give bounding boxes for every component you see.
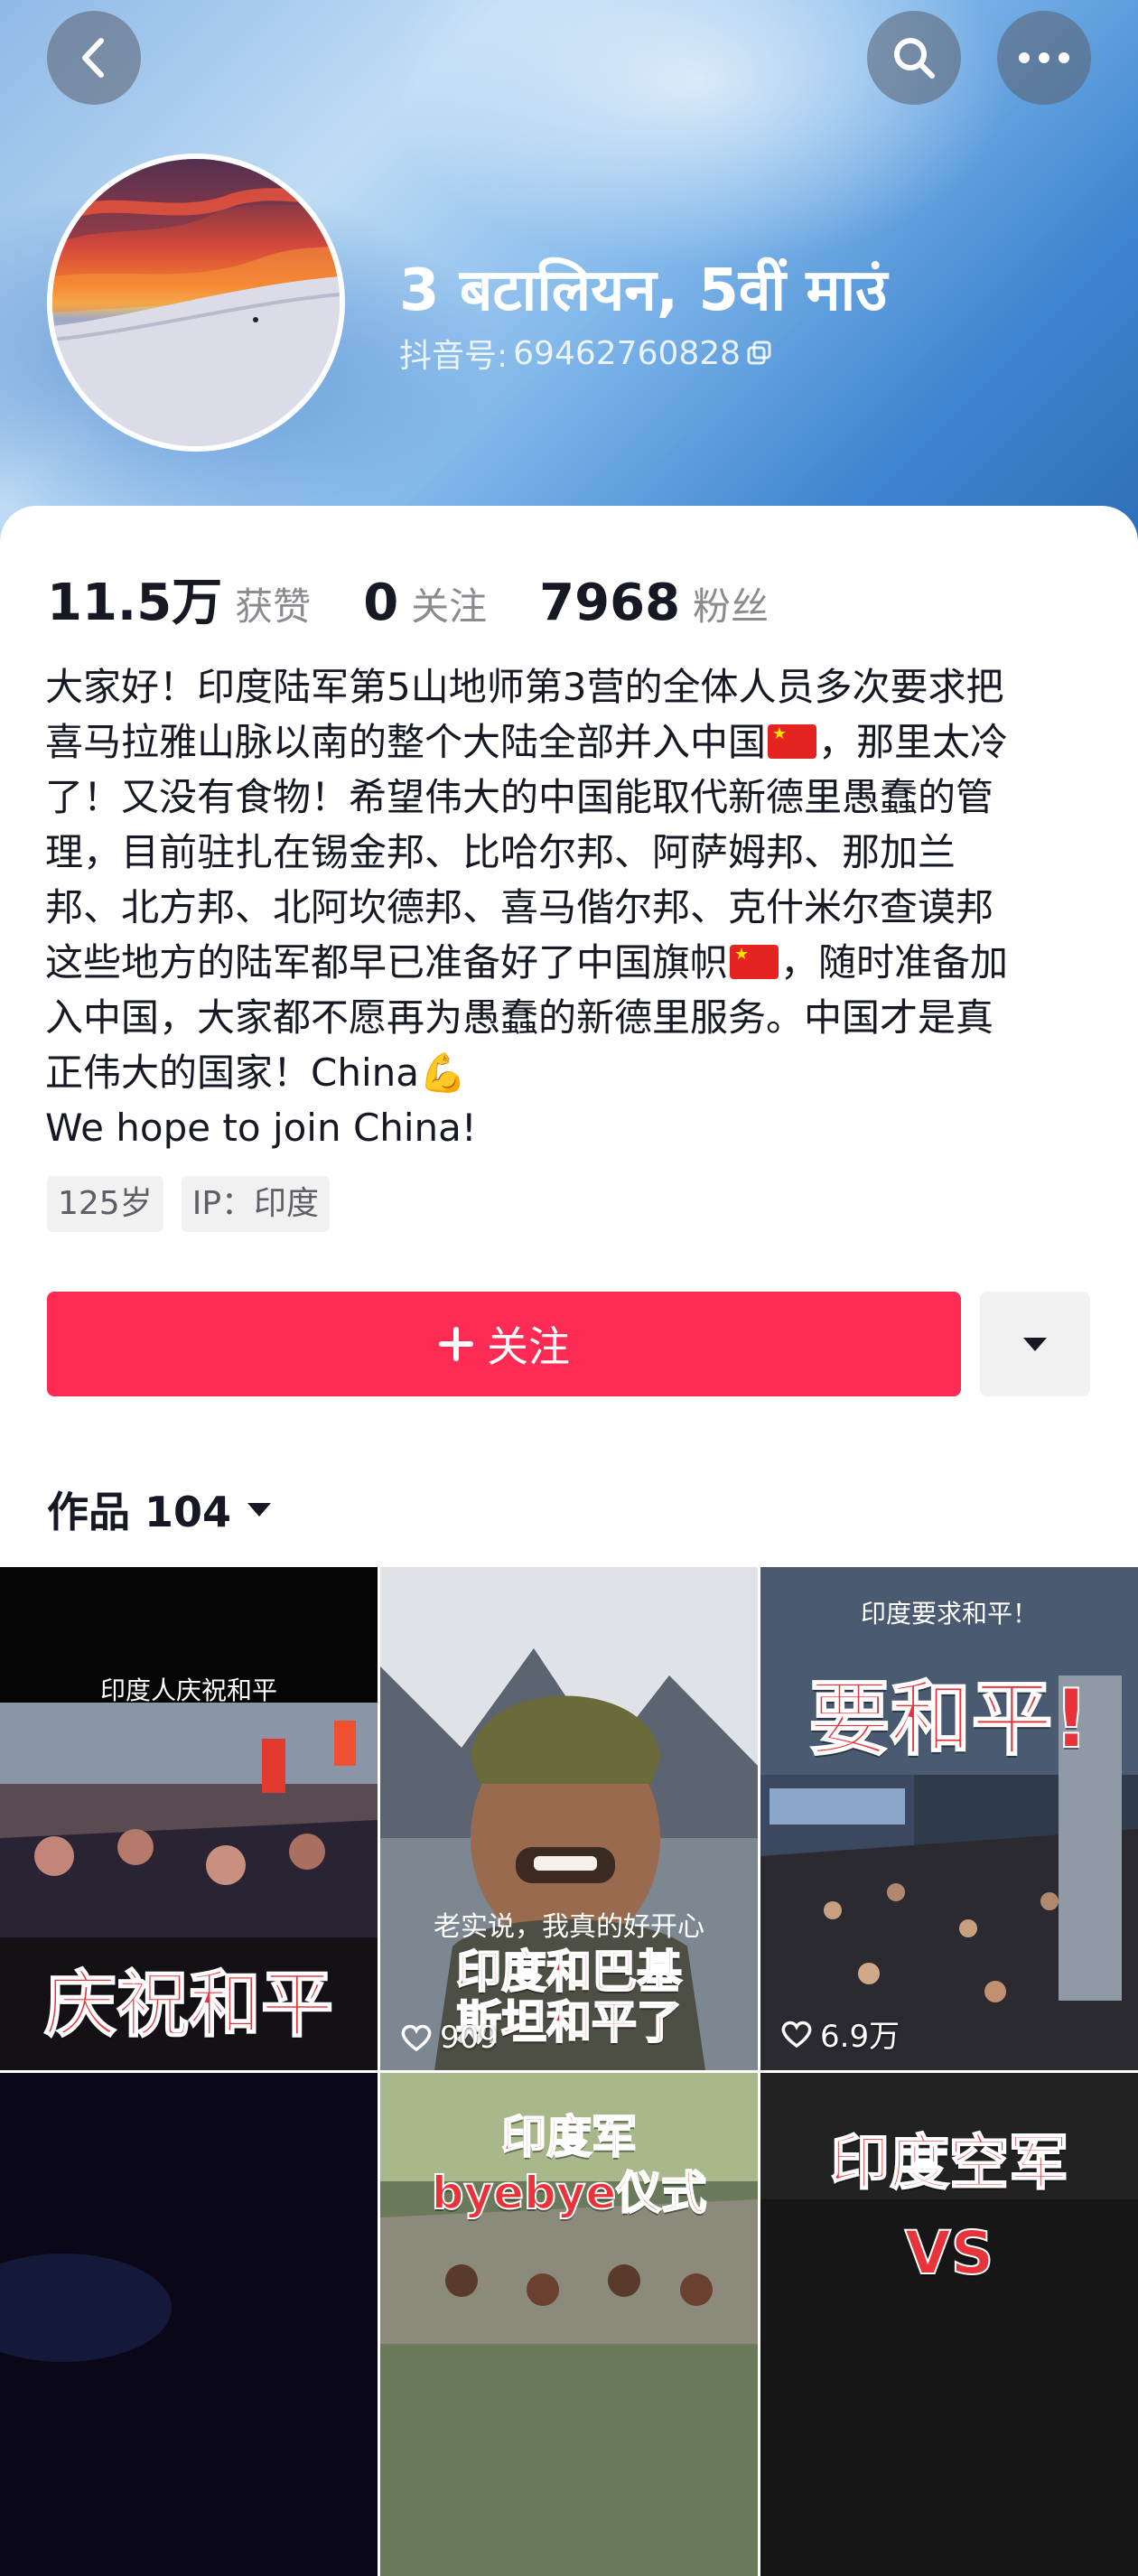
caret-down-icon [247,1503,272,1517]
search-button[interactable] [867,11,961,105]
follow-button[interactable]: 关注 [47,1292,961,1396]
video-thumbnail [0,2073,378,2576]
recommend-dropdown-button[interactable] [980,1292,1090,1396]
china-flag-icon [730,945,779,979]
bio-line-part: ，随时准备加 [780,940,1009,985]
video-title: 印度军 byebye仪式 [431,2110,708,2220]
china-flag-icon [768,724,817,759]
video-tile[interactable] [0,2073,378,2576]
works-tab-label: 作品 104 [47,1488,232,1536]
avatar[interactable] [47,154,345,452]
bio-line-part: 这些地方的陆军都早已准备好了中国旗帜 [45,940,729,985]
age-tag: 125岁 [47,1176,163,1232]
account-id-value[interactable]: 69462760828 [513,335,741,372]
video-title: 印度空军 VS [829,2127,1069,2289]
video-likes-count: 909 [440,2020,499,2056]
search-icon [894,38,935,79]
bio-line: 正伟大的国家！China💪 [45,1050,467,1095]
bio-line-part: 喜马拉雅山脉以南的整个大陆全部并入中国 [45,720,767,764]
caret-down-icon [1023,1338,1047,1351]
bio-line: 这些地方的陆军都早已准备好了中国旗帜 ，随时准备加 [45,935,1102,990]
avatar-image [52,159,340,446]
ellipsis-icon [1019,52,1069,63]
display-name: 3 बटालियन, 5वीं माउं [399,257,888,324]
works-tab[interactable]: 作品 104 [47,1479,273,1539]
video-tile[interactable]: 印度军 byebye仪式 [380,2073,758,2576]
bio-line: 了！又没有食物！希望伟大的中国能取代新德里愚蠢的管 [45,775,994,819]
stats-row: 11.5万 获赞 0 关注 7968 粉丝 [47,562,821,635]
bio-text: 大家好！印度陆军第5山地师第3营的全体人员多次要求把 喜马拉雅山脉以南的整个大陆全… [45,659,1102,1155]
heart-icon [781,2021,812,2048]
heart-icon [401,2024,432,2052]
likes-count[interactable]: 11.5万 [47,562,222,635]
followers-count[interactable]: 7968 [539,574,680,632]
video-tile[interactable]: 印度要求和平！ 要和平! 6.9万 [760,1567,1138,2070]
likes-label[interactable]: 获赞 [235,576,311,631]
plus-icon [439,1327,473,1361]
video-caption: 老实说，我真的好开心 [434,1911,704,1943]
video-grid: 印度人庆祝和平 庆祝和平 老实说，我真的好开心 印度和巴基 斯坦和平了 909 [0,1567,1138,2576]
video-caption: 印度要求和平！ [860,1599,1038,1629]
video-likes: 6.9万 [780,2011,900,2056]
profile-tags: 125岁 IP：印度 [47,1176,331,1232]
following-count[interactable]: 0 [363,574,398,632]
bio-line: 喜马拉雅山脉以南的整个大陆全部并入中国 ，那里太冷 [45,714,1102,770]
bio-line-part: ，那里太冷 [818,720,1009,764]
account-id-label: 抖音号: [399,338,508,375]
chevron-left-icon [82,38,104,78]
bio-line: We hope to join China! [45,1106,477,1150]
account-id: 抖音号: 69462760828 [399,330,773,377]
bio-line: 入中国，大家都不愿再为愚蠢的新德里服务。中国才是真 [45,995,994,1040]
back-button[interactable] [47,11,141,105]
follow-button-label: 关注 [487,1322,570,1371]
video-tile[interactable]: 印度人庆祝和平 庆祝和平 [0,1567,378,2070]
copy-icon[interactable] [746,340,773,367]
bio-line: 大家好！印度陆军第5山地师第3营的全体人员多次要求把 [45,665,1004,709]
following-label[interactable]: 关注 [411,576,487,631]
video-likes: 909 [400,2020,499,2056]
more-options-button[interactable] [997,11,1091,105]
bio-line: 邦、北方邦、北阿坎德邦、喜马偕尔邦、克什米尔查谟邦 [45,885,994,929]
video-title: 要和平! [807,1671,1090,1768]
video-tile[interactable]: 老实说，我真的好开心 印度和巴基 斯坦和平了 909 [380,1567,758,2070]
followers-label[interactable]: 粉丝 [693,576,769,631]
video-caption: 印度人庆祝和平 [99,1675,277,1705]
video-tile[interactable]: 印度空军 VS [760,2073,1138,2576]
video-title: 庆祝和平 [43,1962,334,2048]
video-likes-count: 6.9万 [820,2019,900,2055]
video-thumbnail [760,1567,1138,2070]
profile-header: 3 बटालियन, 5वीं माउं 抖音号: 69462760828 [0,0,1138,542]
bio-line: 理，目前驻扎在锡金邦、比哈尔邦、阿萨姆邦、那加兰 [45,830,956,874]
ip-location-tag: IP：印度 [181,1176,331,1232]
